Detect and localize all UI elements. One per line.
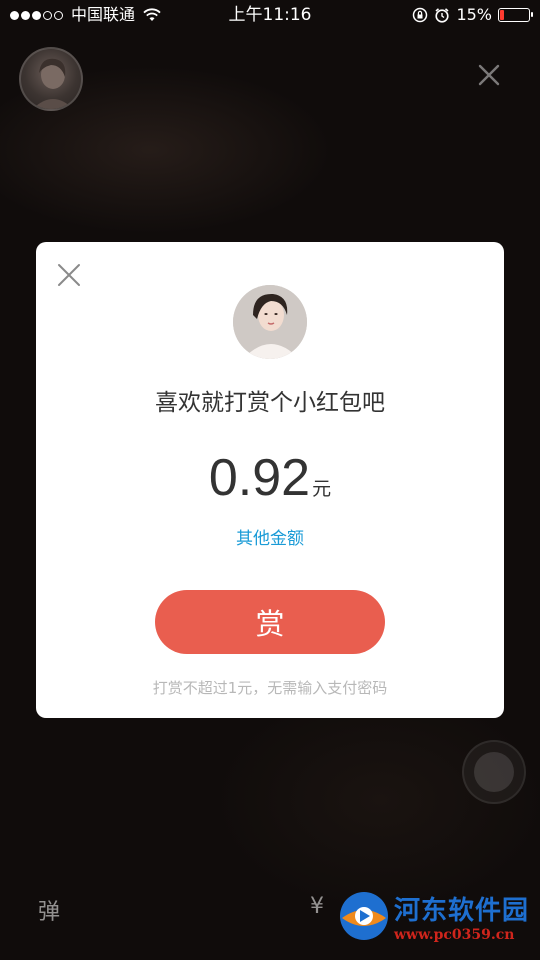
watermark-logo-icon bbox=[340, 892, 388, 940]
close-icon[interactable] bbox=[56, 262, 82, 288]
watermark: 河东软件园 www.pc0359.cn bbox=[336, 886, 529, 946]
reward-button[interactable]: 赏 bbox=[155, 590, 385, 654]
dialog-title: 喜欢就打赏个小红包吧 bbox=[155, 390, 385, 416]
like-bubble-inner bbox=[474, 752, 514, 792]
reward-dialog: 喜欢就打赏个小红包吧 0.92 元 其他金额 赏 打赏不超过1元，无需输入支付密码 bbox=[36, 242, 504, 718]
reward-amount: 0.92 元 bbox=[36, 448, 504, 508]
screen: 中国联通 上午11:16 15% 弹 ¥ 河东软件园 www.pc0359.cn… bbox=[0, 0, 540, 960]
status-bar: 中国联通 上午11:16 15% bbox=[0, 0, 540, 30]
recipient-avatar bbox=[233, 285, 307, 359]
other-amount-link[interactable]: 其他金额 bbox=[36, 524, 504, 549]
amount-unit: 元 bbox=[312, 478, 332, 500]
battery-level-fill bbox=[500, 10, 504, 20]
like-bubble-button[interactable] bbox=[462, 740, 526, 804]
reward-hint: 打赏不超过1元，无需输入支付密码 bbox=[152, 679, 388, 697]
reward-yuan-button[interactable]: ¥ bbox=[310, 894, 324, 919]
avatar-portrait bbox=[233, 285, 307, 359]
watermark-title: 河东软件园 bbox=[394, 895, 530, 926]
status-right: 15% bbox=[412, 0, 533, 30]
close-live-icon[interactable] bbox=[476, 62, 502, 88]
alarm-icon bbox=[435, 8, 450, 23]
danmu-button[interactable]: 弹 bbox=[38, 894, 60, 926]
battery-percent: 15% bbox=[456, 5, 492, 24]
rotation-lock-icon bbox=[413, 7, 428, 23]
battery-icon bbox=[498, 8, 533, 22]
amount-value: 0.92 bbox=[208, 449, 311, 507]
watermark-text: 河东软件园 www.pc0359.cn bbox=[394, 890, 529, 943]
watermark-url: www.pc0359.cn bbox=[394, 926, 515, 943]
streamer-avatar[interactable] bbox=[19, 47, 83, 111]
avatar-portrait bbox=[32, 58, 74, 109]
